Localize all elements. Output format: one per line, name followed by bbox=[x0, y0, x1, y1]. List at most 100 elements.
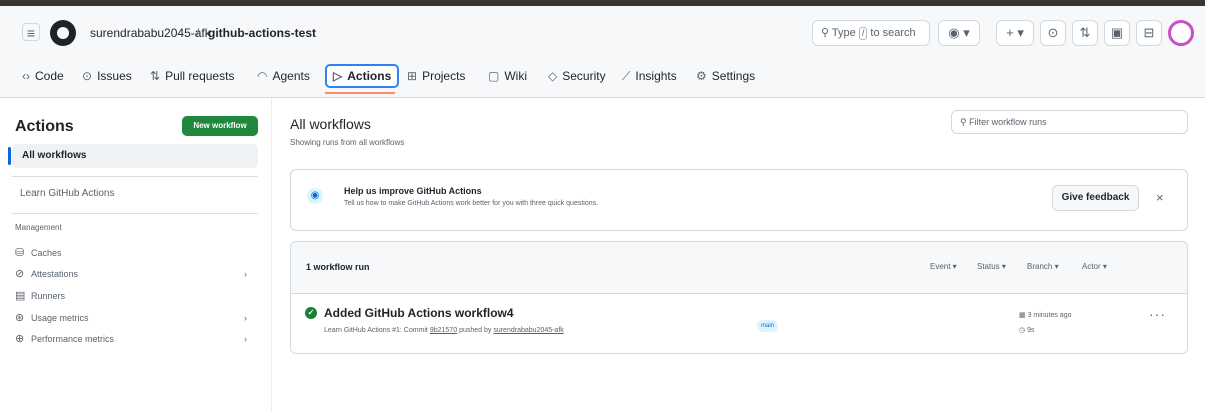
chevron-right-icon: › bbox=[244, 313, 247, 323]
breadcrumb-separator: / bbox=[196, 26, 200, 40]
sidebar-item-runners[interactable]: ▤ Runners bbox=[15, 287, 255, 305]
tab-label: Security bbox=[562, 69, 606, 83]
kebab-menu-icon[interactable]: ··· bbox=[1149, 306, 1166, 322]
breadcrumb-repo[interactable]: github-actions-test bbox=[208, 26, 316, 40]
tab-actions[interactable]: ▷ Actions bbox=[325, 64, 400, 88]
tab-label: Projects bbox=[422, 69, 466, 83]
branch-filter-dropdown[interactable]: Branch ▾ bbox=[1027, 262, 1059, 271]
actor-filter-dropdown[interactable]: Actor ▾ bbox=[1082, 262, 1107, 271]
event-filter-dropdown[interactable]: Event ▾ bbox=[930, 262, 957, 271]
tab-label: Actions bbox=[347, 69, 392, 83]
banner-description: Tell us how to make GitHub Actions work … bbox=[344, 200, 599, 207]
sidebar-divider bbox=[12, 176, 258, 177]
runs-header: 1 workflow run Event ▾ Status ▾ Branch ▾… bbox=[291, 242, 1187, 294]
pull-request-icon: ⇅ bbox=[150, 69, 161, 83]
run-pushed-by: pushed by bbox=[459, 327, 492, 334]
workflow-runs-list: 1 workflow run Event ▾ Status ▾ Branch ▾… bbox=[290, 241, 1188, 354]
table-icon: ⊞ bbox=[407, 69, 418, 83]
sidebar-item-all-workflows[interactable]: All workflows bbox=[8, 144, 258, 168]
sidebar-item-caches[interactable]: ⛁ Caches bbox=[15, 244, 255, 262]
sidebar-item-label: Performance metrics bbox=[31, 334, 115, 344]
header-top-row: ≡ surendrababu2045-afk / github-actions-… bbox=[0, 16, 1205, 50]
runs-count: 1 workflow run bbox=[306, 262, 370, 272]
pull-requests-icon[interactable]: ⇅ bbox=[1072, 20, 1098, 46]
active-tab-underline bbox=[325, 92, 395, 94]
tab-wiki[interactable]: ▢ Wiki bbox=[488, 64, 527, 88]
agents-icon: ◠ bbox=[257, 69, 268, 83]
tab-security[interactable]: ◇ Security bbox=[548, 64, 606, 88]
actor-link[interactable]: surendrababu2045-afk bbox=[493, 327, 563, 334]
give-feedback-button[interactable]: Give feedback bbox=[1052, 185, 1139, 211]
shield-icon: ⊘ bbox=[15, 268, 25, 280]
global-search-input[interactable]: ⚲ Type / to search bbox=[812, 20, 930, 46]
create-new-button[interactable]: + ▾ bbox=[996, 20, 1034, 46]
tab-projects[interactable]: ⊞ Projects bbox=[407, 64, 465, 88]
comment-icon: ◉ bbox=[307, 188, 323, 204]
inbox-icon[interactable]: ⊟ bbox=[1136, 20, 1162, 46]
sidebar-item-performance-metrics[interactable]: ⊕ Performance metrics › bbox=[15, 330, 255, 348]
tab-pull-requests[interactable]: ⇅ Pull requests bbox=[150, 64, 234, 88]
check-circle-icon: ✓ bbox=[305, 307, 317, 319]
repo-tabs: ‹› Code ⊙ Issues ⇅ Pull requests ◠ Agents ▷ A… bbox=[0, 58, 1205, 94]
sidebar-item-attestations[interactable]: ⊘ Attestations › bbox=[15, 265, 255, 283]
github-logo-icon[interactable] bbox=[50, 20, 76, 46]
sidebar-title: Actions bbox=[15, 118, 74, 135]
menu-icon[interactable]: ≡ bbox=[22, 23, 40, 41]
commit-link[interactable]: 9b21570 bbox=[430, 327, 457, 334]
page-title: All workflows bbox=[290, 116, 371, 132]
tab-label: Pull requests bbox=[165, 69, 235, 83]
run-workflow-label: Learn GitHub Actions #1: Commit bbox=[324, 327, 428, 334]
banner-title: Help us improve GitHub Actions bbox=[344, 186, 482, 196]
run-duration-text: 9s bbox=[1027, 327, 1035, 334]
tab-label: Issues bbox=[97, 69, 132, 83]
search-icon: ⚲ bbox=[821, 27, 830, 39]
status-filter-dropdown[interactable]: Status ▾ bbox=[977, 262, 1006, 271]
sidebar-item-learn[interactable]: Learn GitHub Actions bbox=[20, 188, 115, 199]
code-icon: ‹› bbox=[22, 69, 30, 83]
filter-runs-input[interactable]: ⚲ Filter workflow runs bbox=[951, 110, 1188, 134]
tab-issues[interactable]: ⊙ Issues bbox=[82, 64, 132, 88]
tab-settings[interactable]: ⚙ Settings bbox=[696, 64, 755, 88]
breadcrumb-owner[interactable]: surendrababu2045-afk bbox=[90, 26, 211, 40]
sidebar-divider bbox=[12, 213, 258, 214]
database-icon: ⛁ bbox=[15, 247, 25, 259]
close-icon[interactable]: × bbox=[1156, 190, 1164, 205]
new-workflow-button[interactable]: New workflow bbox=[182, 116, 258, 136]
branch-badge[interactable]: main bbox=[757, 320, 779, 332]
sidebar-item-label: Caches bbox=[31, 248, 62, 258]
run-meta: Learn GitHub Actions #1: Commit 9b21570 … bbox=[324, 327, 564, 334]
sidebar-item-label: Attestations bbox=[31, 269, 79, 279]
graph-icon: ⊛ bbox=[15, 312, 25, 324]
repositories-icon[interactable]: ▣ bbox=[1104, 20, 1130, 46]
tab-label: Settings bbox=[711, 69, 756, 83]
copilot-chevron-icon: ▾ bbox=[963, 25, 970, 40]
search-icon: ⚲ bbox=[960, 117, 970, 127]
tab-insights[interactable]: ⟋ Insights bbox=[622, 64, 677, 88]
calendar-icon: ▦ bbox=[1019, 312, 1028, 319]
shield-icon: ◇ bbox=[548, 69, 558, 83]
stopwatch-icon: ◷ bbox=[1019, 327, 1028, 334]
sidebar-item-usage-metrics[interactable]: ⊛ Usage metrics › bbox=[15, 309, 255, 327]
tab-label: Wiki bbox=[504, 69, 528, 83]
sidebar-item-label: Runners bbox=[31, 291, 66, 301]
table-row[interactable]: ✓ Added GitHub Actions workflow4 Learn G… bbox=[291, 294, 1187, 353]
user-avatar[interactable] bbox=[1168, 20, 1194, 46]
issue-icon: ⊙ bbox=[82, 69, 93, 83]
page-subtitle: Showing runs from all workflows bbox=[290, 138, 405, 147]
play-icon: ▷ bbox=[333, 69, 343, 83]
search-shortcut-key: / bbox=[858, 27, 868, 40]
sidebar-item-label: Usage metrics bbox=[31, 313, 89, 323]
actions-sidebar: Actions New workflow All workflows Learn… bbox=[0, 98, 272, 412]
server-icon: ▤ bbox=[15, 290, 26, 302]
tab-code[interactable]: ‹› Code bbox=[22, 64, 64, 88]
filter-placeholder: Filter workflow runs bbox=[969, 117, 1047, 127]
gear-icon: ⚙ bbox=[696, 69, 707, 83]
copilot-button[interactable]: ◉ ▾ bbox=[938, 20, 980, 46]
feedback-banner: ◉ Help us improve GitHub Actions Tell us… bbox=[290, 169, 1188, 231]
tab-agents[interactable]: ◠ Agents bbox=[257, 64, 310, 88]
search-prefix: Type bbox=[831, 27, 856, 39]
issues-icon[interactable]: ⊙ bbox=[1040, 20, 1066, 46]
run-duration: ◷ 9s bbox=[1019, 326, 1034, 334]
chevron-right-icon: › bbox=[244, 334, 247, 344]
run-title[interactable]: Added GitHub Actions workflow4 bbox=[324, 306, 514, 320]
